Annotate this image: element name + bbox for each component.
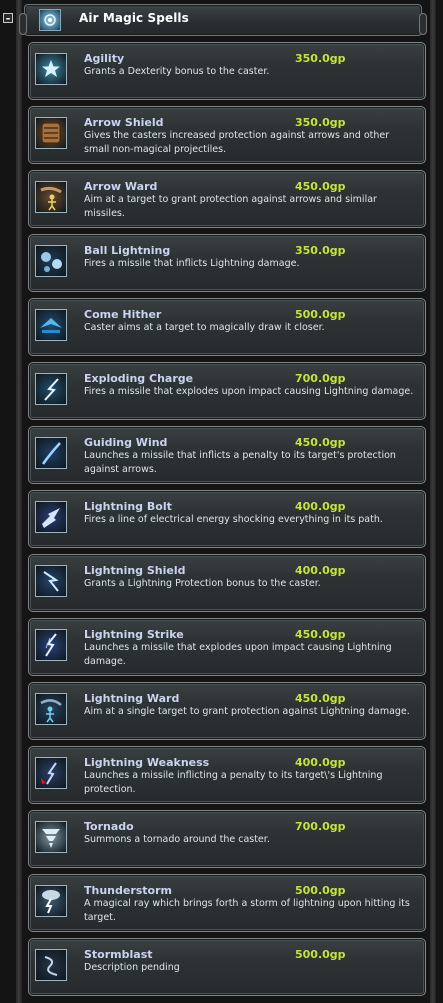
lightning-weakness-icon bbox=[35, 757, 67, 789]
spell-description: Fires a missile that explodes upon impac… bbox=[84, 386, 414, 397]
air-magic-icon bbox=[39, 9, 61, 31]
spell-item[interactable]: Arrow Shield 350.0gp Gives the casters inc… bbox=[28, 106, 426, 164]
spell-item[interactable]: Come Hither 500.0gp Caster aims at a targe… bbox=[28, 298, 426, 356]
spell-name: Tornado bbox=[84, 820, 134, 833]
tornado-icon bbox=[35, 821, 67, 853]
spell-description: Fires a missile that inflicts Lightning … bbox=[84, 258, 300, 269]
spell-description: Gives the casters increased protection a… bbox=[84, 130, 390, 155]
spell-description: Summons a tornado around the caster. bbox=[84, 834, 270, 845]
frame-right bbox=[430, 0, 436, 1003]
spell-price: 450.0gp bbox=[295, 692, 346, 705]
spell-name: Exploding Charge bbox=[84, 372, 194, 385]
spell-name: Lightning Bolt bbox=[84, 500, 172, 513]
spell-item[interactable]: Lightning Weakness 400.0gp Launches a miss… bbox=[28, 746, 426, 804]
spell-item[interactable]: Lightning Shield 400.0gp Grants a Lightnin… bbox=[28, 554, 426, 612]
spell-name: Ball Lightning bbox=[84, 244, 171, 257]
category-title: Air Magic Spells bbox=[79, 11, 189, 25]
spell-price: 500.0gp bbox=[295, 884, 346, 897]
spell-price: 450.0gp bbox=[295, 180, 346, 193]
exploding-charge-icon bbox=[35, 373, 67, 405]
guiding-wind-icon bbox=[35, 437, 67, 469]
spell-description: Grants a Lightning Protection bonus to t… bbox=[84, 578, 321, 589]
spell-item[interactable]: Lightning Strike 450.0gp Launches a missil… bbox=[28, 618, 426, 676]
spell-description: Caster aims at a target to magically dra… bbox=[84, 322, 325, 333]
spell-name: Thunderstorm bbox=[84, 884, 173, 897]
spell-price: 500.0gp bbox=[295, 948, 346, 961]
spell-name: Stormblast bbox=[84, 948, 153, 961]
lightning-strike-icon bbox=[35, 629, 67, 661]
spell-price: 400.0gp bbox=[295, 564, 346, 577]
spell-item[interactable]: Agility 350.0gp Grants a Dexterity bonus t… bbox=[28, 42, 426, 100]
spell-price: 450.0gp bbox=[295, 628, 346, 641]
spell-price: 700.0gp bbox=[295, 372, 346, 385]
spell-item[interactable]: Tornado 700.0gp Summons a tornado around t… bbox=[28, 810, 426, 868]
lightning-ward-icon bbox=[35, 693, 67, 725]
spell-item[interactable]: Lightning Ward 450.0gp Aim at a single tar… bbox=[28, 682, 426, 740]
header-ornament-left bbox=[19, 13, 27, 35]
spell-name: Come Hither bbox=[84, 308, 162, 321]
spell-item[interactable]: Stormblast 500.0gp Description pending bbox=[28, 938, 426, 996]
arrow-ward-icon bbox=[35, 181, 67, 213]
spell-item[interactable]: Guiding Wind 450.0gp Launches a missile th… bbox=[28, 426, 426, 484]
spell-price: 350.0gp bbox=[295, 52, 346, 65]
spell-price: 400.0gp bbox=[295, 756, 346, 769]
lightning-bolt-icon bbox=[35, 501, 67, 533]
spell-name: Lightning Shield bbox=[84, 564, 186, 577]
spell-name: Arrow Shield bbox=[84, 116, 164, 129]
agility-star-icon bbox=[35, 53, 67, 85]
spell-name: Guiding Wind bbox=[84, 436, 168, 449]
spell-item[interactable]: Ball Lightning 350.0gp Fires a missile tha… bbox=[28, 234, 426, 292]
arrow-shield-icon bbox=[35, 117, 67, 149]
spell-name: Arrow Ward bbox=[84, 180, 158, 193]
header-ornament-right bbox=[419, 13, 427, 35]
come-hither-icon bbox=[35, 309, 67, 341]
spell-description: Aim at a single target to grant protecti… bbox=[84, 706, 410, 717]
spell-description: Launches a missile inflicting a penalty … bbox=[84, 770, 383, 795]
spell-description: Grants a Dexterity bonus to the caster. bbox=[84, 66, 270, 77]
spell-name: Lightning Ward bbox=[84, 692, 180, 705]
spell-list: Agility 350.0gp Grants a Dexterity bonus t… bbox=[28, 42, 426, 1002]
spell-description: A magical ray which brings forth a storm… bbox=[84, 898, 410, 923]
spell-description: Fires a line of electrical energy shocki… bbox=[84, 514, 383, 525]
spell-price: 350.0gp bbox=[295, 244, 346, 257]
spell-name: Lightning Weakness bbox=[84, 756, 210, 769]
spell-item[interactable]: Thunderstorm 500.0gp A magical ray which b… bbox=[28, 874, 426, 932]
spell-item[interactable]: Exploding Charge 700.0gp Fires a missile t… bbox=[28, 362, 426, 420]
lightning-shield-icon bbox=[35, 565, 67, 597]
frame-left bbox=[16, 0, 22, 1003]
category-header[interactable]: Air Magic Spells bbox=[19, 4, 427, 36]
spell-item[interactable]: Lightning Bolt 400.0gp Fires a line of ele… bbox=[28, 490, 426, 548]
spell-item[interactable]: Arrow Ward 450.0gp Aim at a target to gran… bbox=[28, 170, 426, 228]
spell-description: Launches a missile that inflicts a penal… bbox=[84, 450, 396, 475]
spell-name: Lightning Strike bbox=[84, 628, 184, 641]
spell-price: 500.0gp bbox=[295, 308, 346, 321]
thunderstorm-icon bbox=[35, 885, 67, 917]
spell-price: 350.0gp bbox=[295, 116, 346, 129]
spell-price: 450.0gp bbox=[295, 436, 346, 449]
spell-description: Description pending bbox=[84, 962, 180, 973]
collapse-toggle-button[interactable]: - bbox=[3, 13, 13, 24]
spell-description: Launches a missile that explodes upon im… bbox=[84, 642, 392, 667]
spell-price: 700.0gp bbox=[295, 820, 346, 833]
spell-name: Agility bbox=[84, 52, 125, 65]
stormblast-icon bbox=[35, 949, 67, 981]
ball-lightning-icon bbox=[35, 245, 67, 277]
spell-description: Aim at a target to grant protection agai… bbox=[84, 194, 377, 219]
spell-price: 400.0gp bbox=[295, 500, 346, 513]
